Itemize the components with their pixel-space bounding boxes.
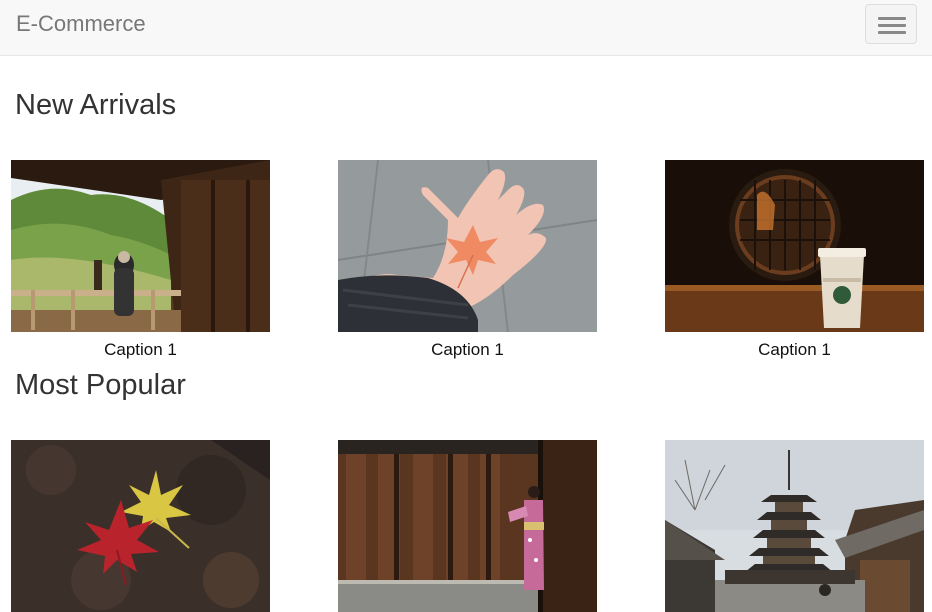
hamburger-menu-button[interactable] [865, 4, 917, 44]
brand-link[interactable]: E-Commerce [16, 11, 146, 37]
caption: Caption 1 [104, 340, 177, 359]
caption: Caption 1 [758, 340, 831, 359]
section-title-most-popular: Most Popular [15, 369, 186, 401]
product-image-maple-leaf-hand[interactable] [338, 160, 597, 332]
product-image-round-window-coffee[interactable] [665, 160, 924, 332]
caption: Caption 1 [431, 340, 504, 359]
product-image-temple-veranda[interactable] [11, 160, 270, 332]
product-image-autumn-leaves[interactable] [11, 440, 270, 612]
product-image-pagoda-street[interactable] [665, 440, 924, 612]
product-image-kimono-wooden-wall[interactable] [338, 440, 597, 612]
navbar: E-Commerce [0, 0, 932, 56]
section-title-new-arrivals: New Arrivals [15, 89, 177, 121]
